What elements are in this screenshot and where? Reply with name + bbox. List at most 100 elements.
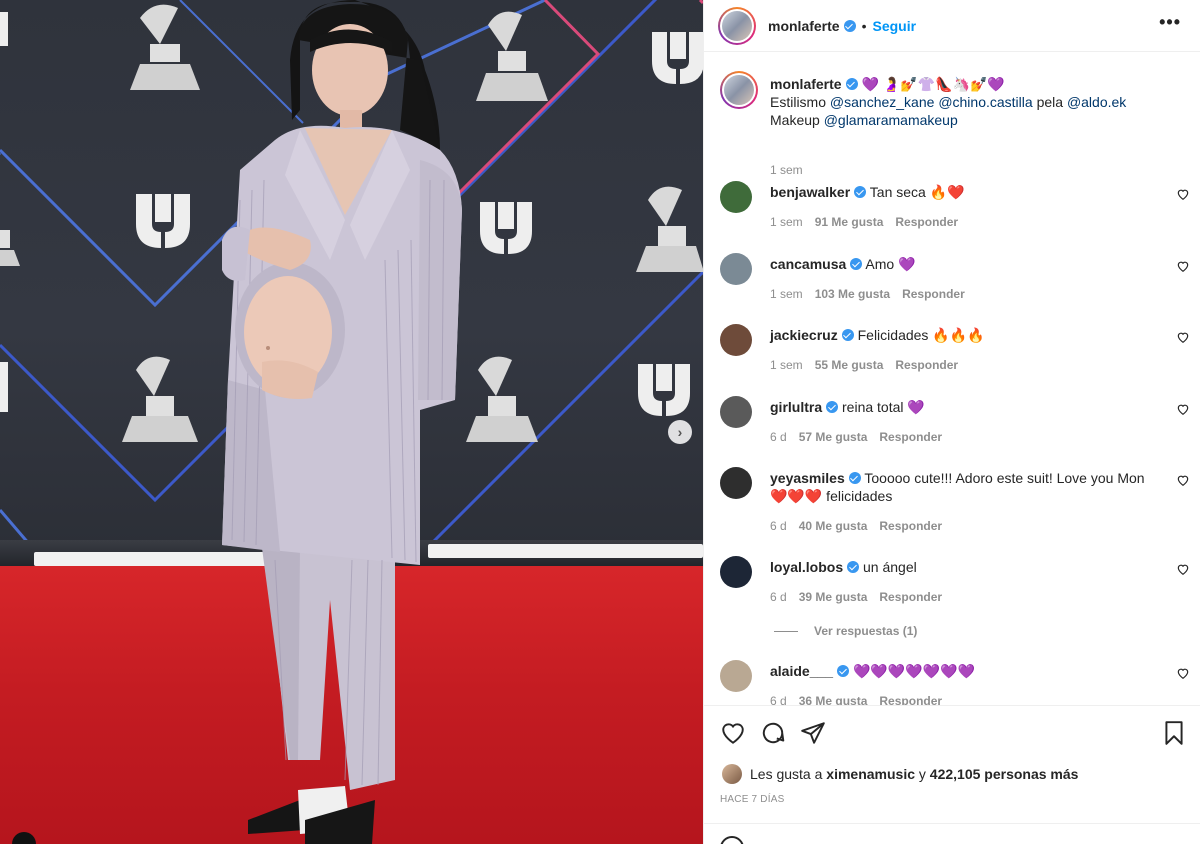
reply-button[interactable]: Responder xyxy=(902,287,965,301)
comment-text: loyal.lobos un ángel xyxy=(770,558,1150,576)
mention-link[interactable]: @sanchez_kane xyxy=(830,94,935,110)
next-photo-button[interactable]: › xyxy=(668,420,692,444)
emoji-icon[interactable] xyxy=(720,836,744,844)
heart-icon[interactable] xyxy=(1176,187,1190,201)
commenter-avatar[interactable] xyxy=(720,324,752,356)
caption-label: Estilismo xyxy=(770,94,830,110)
comment-text: yeyasmiles Tooooo cute!!! Adoro este sui… xyxy=(770,469,1150,505)
caption-avatar[interactable] xyxy=(720,71,758,109)
heart-icon[interactable] xyxy=(1176,330,1190,344)
reply-button[interactable]: Responder xyxy=(879,694,942,705)
heart-icon[interactable] xyxy=(1176,402,1190,416)
comment-likes[interactable]: 39 Me gusta xyxy=(799,590,868,604)
comment-body: Felicidades 🔥🔥🔥 xyxy=(857,327,985,343)
view-replies-label: Ver respuestas (1) xyxy=(814,624,918,638)
comment-body: un ángel xyxy=(863,559,917,575)
heart-icon[interactable] xyxy=(1176,666,1190,680)
comment-meta: 1 sem 103 Me gusta Responder xyxy=(770,287,977,301)
comment-likes[interactable]: 91 Me gusta xyxy=(815,215,884,229)
heart-icon[interactable] xyxy=(1176,259,1190,273)
mention-link[interactable]: @chino.castilla xyxy=(938,94,1032,110)
comment-meta: 6 d 40 Me gusta Responder xyxy=(770,519,954,533)
commenter-username[interactable]: girlultra xyxy=(770,399,822,415)
commenter-username[interactable]: loyal.lobos xyxy=(770,559,843,575)
author-avatar[interactable] xyxy=(718,6,756,45)
header-separator: • xyxy=(861,17,867,34)
heart-icon[interactable] xyxy=(1176,473,1190,487)
comment-likes[interactable]: 40 Me gusta xyxy=(799,519,868,533)
heart-icon[interactable] xyxy=(1176,562,1190,576)
commenter-username[interactable]: benjawalker xyxy=(770,184,850,200)
caption-label: pela xyxy=(1032,94,1067,110)
reply-button[interactable]: Responder xyxy=(895,215,958,229)
follow-button[interactable]: Seguir xyxy=(872,18,916,34)
add-comment-bar[interactable] xyxy=(704,823,1200,844)
comment-likes[interactable]: 55 Me gusta xyxy=(815,358,884,372)
comment-time[interactable]: 1 sem xyxy=(770,287,803,301)
comment-body: 💜💜💜💜💜💜💜 xyxy=(852,663,975,679)
bookmark-icon[interactable] xyxy=(1161,720,1187,746)
commenter-avatar[interactable] xyxy=(720,253,752,285)
comment-text: benjawalker Tan seca 🔥❤️ xyxy=(770,183,1150,201)
liker-avatar[interactable] xyxy=(722,764,742,784)
replies-divider xyxy=(774,630,798,632)
likes-summary: Les gusta a ximenamusic y 422,105 person… xyxy=(722,764,1078,784)
commenter-avatar[interactable] xyxy=(720,396,752,428)
like-heart-icon[interactable] xyxy=(720,720,746,746)
comment-text: girlultra reina total 💜 xyxy=(770,398,1150,416)
liker-username[interactable]: ximenamusic xyxy=(826,766,915,782)
comment-body: Tan seca 🔥❤️ xyxy=(869,184,965,200)
view-replies-button[interactable]: Ver respuestas (1) xyxy=(774,624,917,638)
comment-body: Amo 💜 xyxy=(865,256,916,272)
commenter-avatar[interactable] xyxy=(720,181,752,213)
verified-badge-icon xyxy=(841,329,854,341)
caption-label: Makeup xyxy=(770,112,824,128)
commenter-username[interactable]: alaide___ xyxy=(770,663,833,679)
comment-time[interactable]: 6 d xyxy=(770,519,787,533)
comment-time[interactable]: 1 sem xyxy=(770,358,803,372)
post-header: monlaferte • Seguir ••• xyxy=(704,0,1200,52)
verified-badge-icon xyxy=(850,258,863,270)
commenter-avatar[interactable] xyxy=(720,660,752,692)
mention-link[interactable]: @glamaramamakeup xyxy=(824,112,958,128)
likes-count[interactable]: 422,105 personas más xyxy=(930,766,1079,782)
comment-meta: 6 d 57 Me gusta Responder xyxy=(770,430,954,444)
verified-badge-icon xyxy=(854,186,867,198)
comments-list[interactable]: monlaferte 💜 🤰💅👚👠🦄💅💜 Estilismo @sanchez_… xyxy=(704,53,1200,705)
likes-conjunction: y xyxy=(918,766,926,782)
caption-username[interactable]: monlaferte xyxy=(770,76,842,92)
commenter-avatar[interactable] xyxy=(720,467,752,499)
comment-meta: 1 sem 91 Me gusta Responder xyxy=(770,215,970,229)
reply-button[interactable]: Responder xyxy=(879,519,942,533)
comment-time[interactable]: 6 d xyxy=(770,590,787,604)
share-icon[interactable] xyxy=(800,720,826,746)
more-options-icon[interactable]: ••• xyxy=(1159,12,1181,33)
caption-time[interactable]: 1 sem xyxy=(770,163,803,177)
reply-button[interactable]: Responder xyxy=(895,358,958,372)
reply-button[interactable]: Responder xyxy=(879,430,942,444)
caption-emojis: 💜 🤰💅👚👠🦄💅💜 xyxy=(861,76,1005,92)
post-actions: Les gusta a ximenamusic y 422,105 person… xyxy=(704,705,1200,844)
caption-text: monlaferte 💜 🤰💅👚👠🦄💅💜 Estilismo @sanchez_… xyxy=(770,75,1180,129)
mention-link[interactable]: @aldo.ek xyxy=(1067,94,1126,110)
comment-text: cancamusa Amo 💜 xyxy=(770,255,1150,273)
comment-likes[interactable]: 57 Me gusta xyxy=(799,430,868,444)
comment-meta: 6 d 36 Me gusta Responder xyxy=(770,694,954,705)
comment-time[interactable]: 1 sem xyxy=(770,215,803,229)
comment-time[interactable]: 6 d xyxy=(770,430,787,444)
comment-likes[interactable]: 103 Me gusta xyxy=(815,287,890,301)
post-photo[interactable]: › xyxy=(0,0,703,844)
verified-badge-icon xyxy=(837,665,850,677)
comment-likes[interactable]: 36 Me gusta xyxy=(799,694,868,705)
comment-time[interactable]: 6 d xyxy=(770,694,787,705)
commenter-username[interactable]: jackiecruz xyxy=(770,327,838,343)
post-timestamp[interactable]: HACE 7 DÍAS xyxy=(720,794,784,805)
author-username[interactable]: monlaferte xyxy=(768,18,840,34)
commenter-username[interactable]: yeyasmiles xyxy=(770,470,845,486)
reply-button[interactable]: Responder xyxy=(879,590,942,604)
verified-badge-icon xyxy=(843,19,856,32)
verified-badge-icon xyxy=(845,78,858,90)
comment-icon[interactable] xyxy=(760,720,786,746)
commenter-username[interactable]: cancamusa xyxy=(770,256,846,272)
commenter-avatar[interactable] xyxy=(720,556,752,588)
